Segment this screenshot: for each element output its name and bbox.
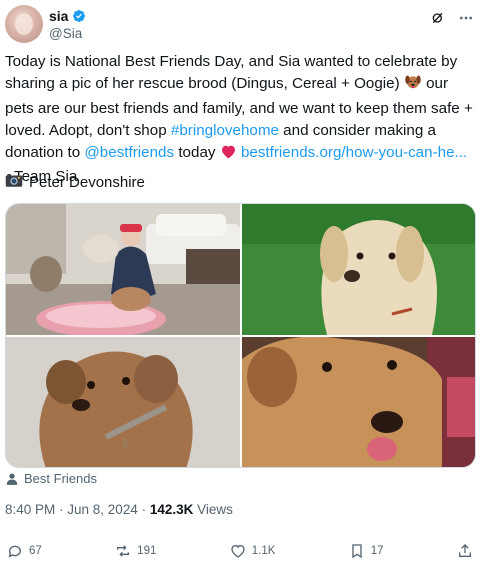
- views-count: 142.3K: [149, 502, 194, 517]
- heart-icon: [231, 544, 245, 558]
- repost-icon: [117, 545, 130, 557]
- grok-icon[interactable]: [430, 10, 446, 26]
- views-label: Views: [193, 502, 233, 517]
- share-icon: [458, 544, 471, 557]
- tweet-text: Today is National Best Friends Day, and …: [5, 51, 475, 189]
- red-heart-emoji: [220, 144, 237, 166]
- camera-emoji: [5, 172, 23, 192]
- media-photo-1[interactable]: [6, 204, 240, 335]
- reply-button[interactable]: 67: [7, 543, 42, 559]
- like-button[interactable]: 1.1K: [230, 543, 276, 559]
- media-photo-3[interactable]: [6, 337, 240, 467]
- mention-link[interactable]: @bestfriends: [84, 144, 174, 161]
- author-name[interactable]: sia: [49, 8, 68, 24]
- media-photo-2[interactable]: [242, 204, 475, 335]
- tagged-user-name[interactable]: Best Friends: [24, 471, 97, 486]
- share-button[interactable]: [457, 543, 473, 559]
- hashtag-link[interactable]: #bringlovehome: [171, 122, 279, 139]
- like-count: 1.1K: [251, 545, 276, 557]
- avatar[interactable]: [5, 5, 43, 43]
- author-handle[interactable]: @Sia: [49, 26, 82, 41]
- repost-button[interactable]: 191: [115, 543, 156, 559]
- tweet-meta: 8:40 PM · Jun 8, 2024 · 142.3K Views: [5, 502, 233, 517]
- media-photo-4[interactable]: [242, 337, 475, 467]
- bookmark-icon: [352, 544, 362, 559]
- photo-credit: Peter Devonshire: [5, 172, 145, 192]
- url-link[interactable]: bestfriends.org/how-you-can-he...: [241, 144, 467, 161]
- tweet-text-part: Today is National Best Friends Day, and …: [5, 53, 458, 93]
- tagged-users[interactable]: Best Friends: [5, 471, 97, 486]
- bookmark-count: 17: [370, 545, 384, 557]
- author-name-row[interactable]: sia: [49, 8, 86, 24]
- photo-credit-name: Peter Devonshire: [29, 173, 145, 191]
- repost-count: 191: [137, 545, 157, 557]
- more-dots-icon[interactable]: [458, 10, 474, 26]
- bookmark-button[interactable]: 17: [349, 543, 384, 559]
- reply-icon: [8, 545, 21, 558]
- action-bar: 67 191 1.1K 17: [7, 543, 473, 559]
- timestamp[interactable]: 8:40 PM · Jun 8, 2024 ·: [5, 502, 150, 517]
- reply-count: 67: [29, 545, 42, 557]
- dog-emoji: [404, 73, 422, 97]
- tweet-text-part: today: [174, 144, 220, 162]
- tweet-header: sia @Sia: [5, 5, 474, 43]
- media-grid: [5, 203, 476, 468]
- person-tag-icon: [6, 472, 18, 485]
- verified-badge-icon: [73, 10, 86, 22]
